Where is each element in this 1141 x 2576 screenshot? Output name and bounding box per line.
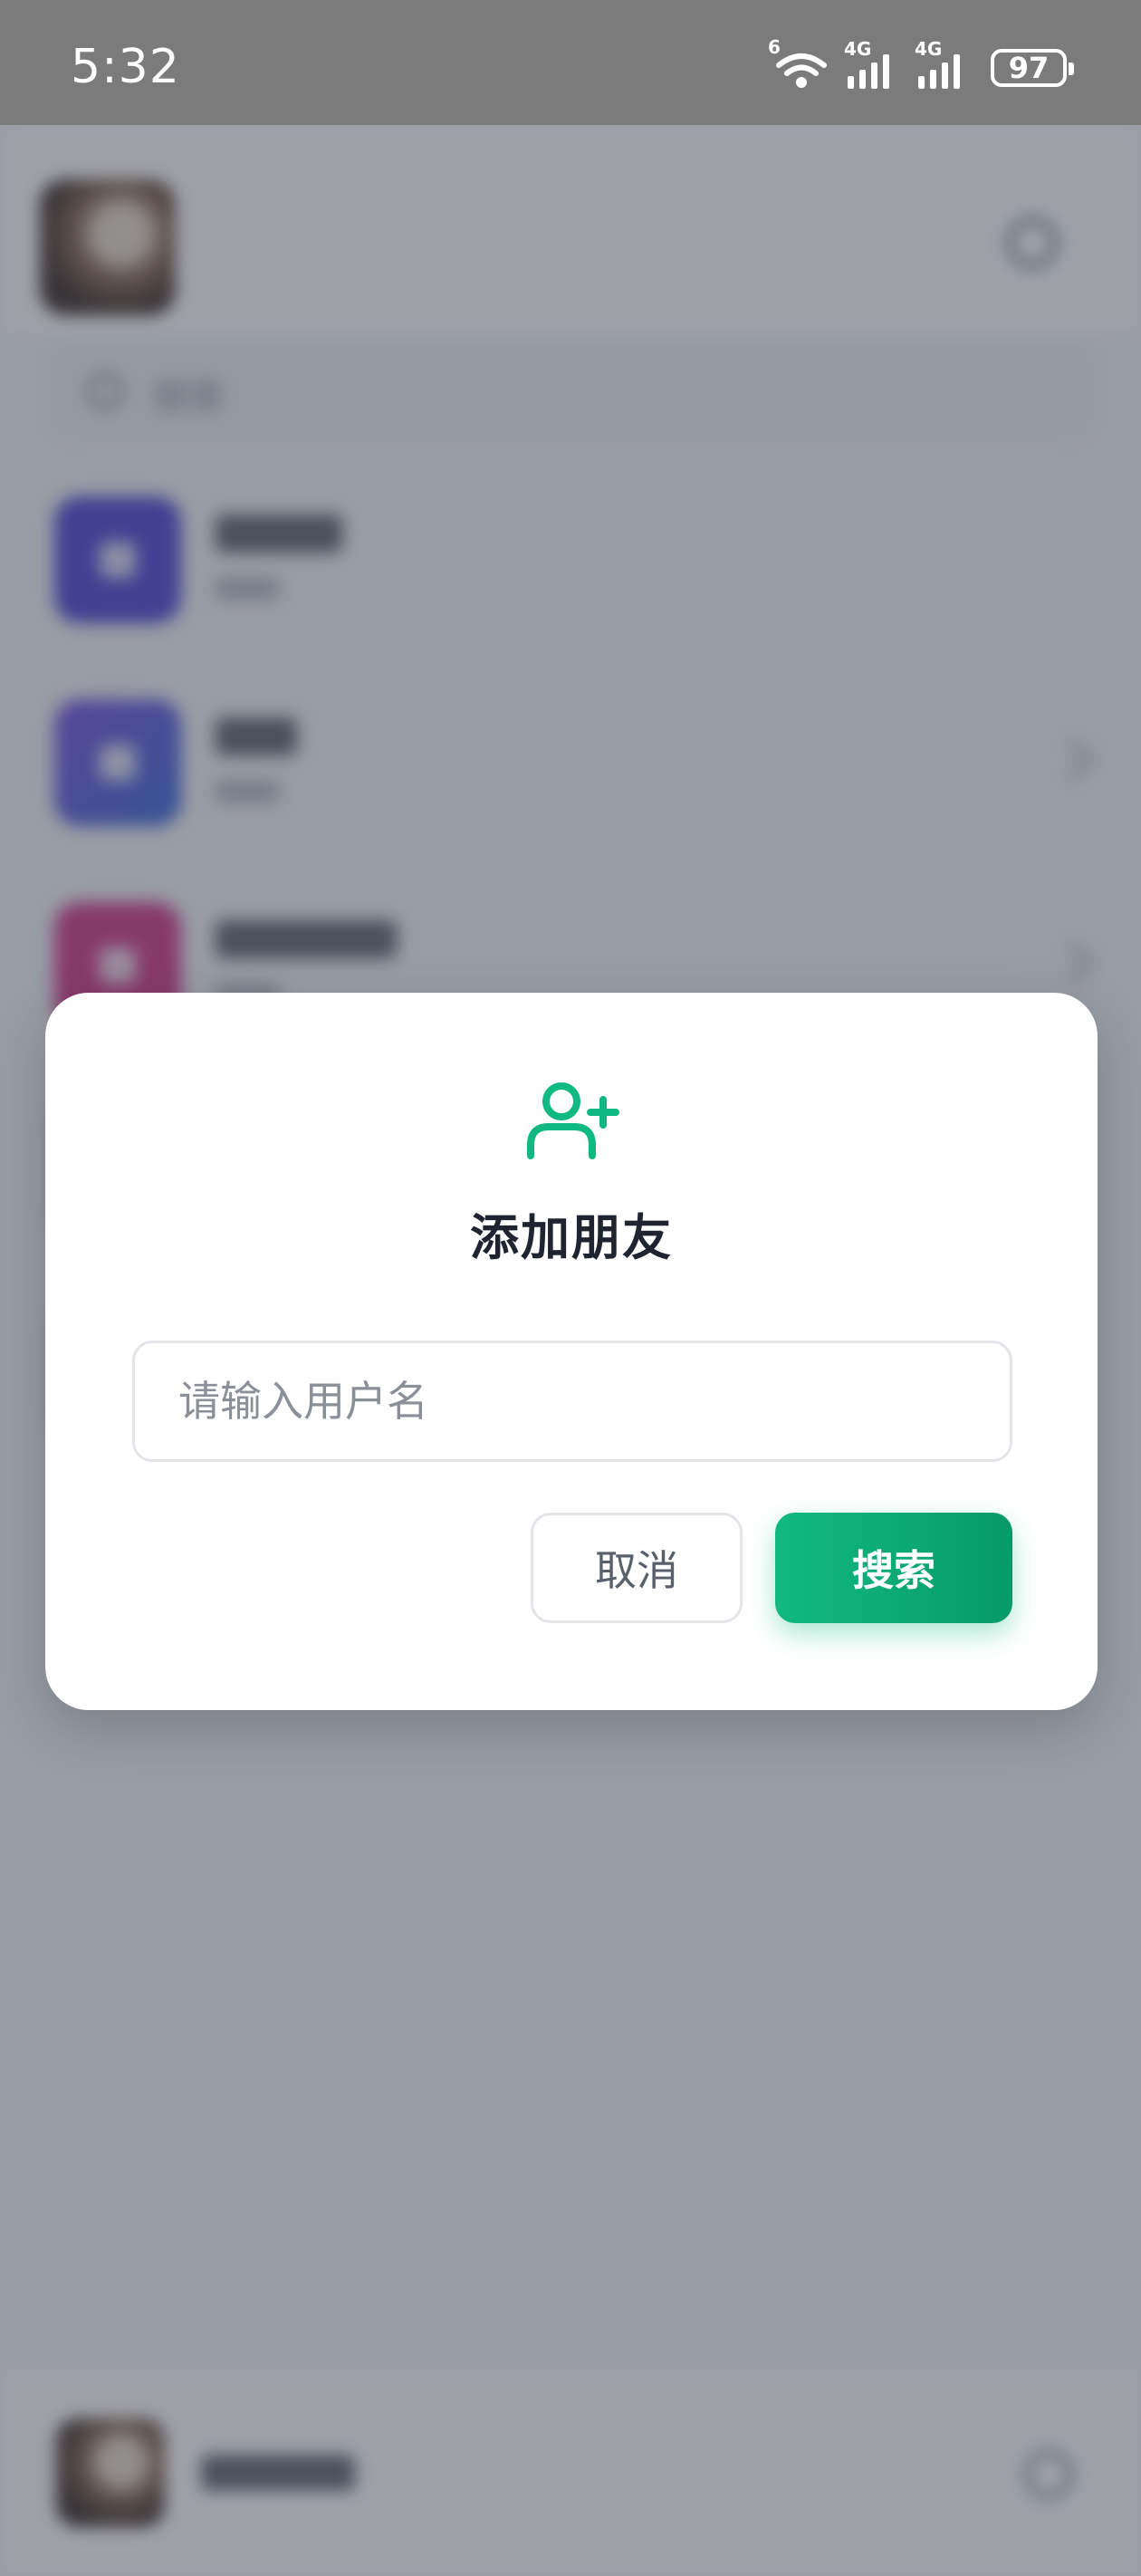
cancel-button[interactable]: 取消 bbox=[531, 1513, 743, 1623]
dialog-title: 添加朋友 bbox=[470, 1209, 673, 1266]
status-time: 5:32 bbox=[71, 40, 180, 94]
user-plus-icon bbox=[527, 1082, 619, 1159]
signal-2-label: 4G bbox=[915, 38, 943, 60]
battery-level: 97 bbox=[1008, 51, 1050, 85]
username-input[interactable] bbox=[132, 1341, 1012, 1462]
add-friend-dialog: 添加朋友 取消 搜索 bbox=[45, 993, 1098, 1710]
wifi-badge: 6 bbox=[768, 36, 781, 58]
signal-1-label: 4G bbox=[844, 38, 872, 60]
status-bar: 5:32 6 4G 4G 97 bbox=[0, 0, 1141, 125]
battery-icon: 97 bbox=[991, 49, 1074, 87]
search-button[interactable]: 搜索 bbox=[775, 1513, 1012, 1623]
status-icons: 6 4G 4G 97 bbox=[768, 36, 1074, 91]
wifi-icon: 6 bbox=[768, 36, 831, 91]
signal-icon-1: 4G bbox=[844, 38, 902, 91]
signal-icon-2: 4G bbox=[915, 38, 973, 91]
